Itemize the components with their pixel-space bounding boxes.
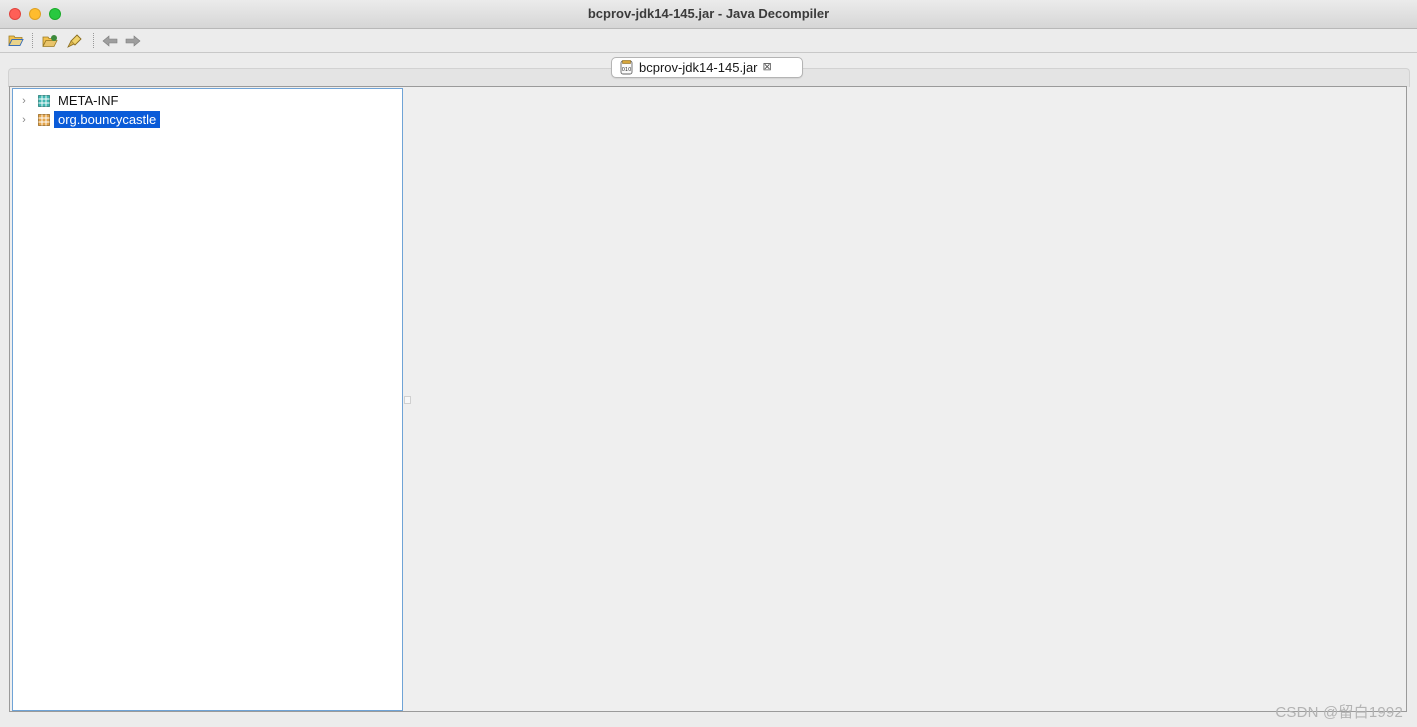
close-tab-icon[interactable]: ⊠ bbox=[763, 62, 772, 73]
tree-item-org-bouncycastle[interactable]: › org.bouncycastle bbox=[13, 110, 161, 129]
package-icon bbox=[38, 94, 50, 107]
toolbar bbox=[0, 29, 1417, 53]
search-button[interactable] bbox=[66, 32, 84, 49]
expand-chevron-icon[interactable]: › bbox=[19, 114, 29, 126]
expand-chevron-icon[interactable]: › bbox=[19, 95, 29, 107]
flashlight-icon bbox=[67, 33, 82, 48]
toolbar-separator bbox=[93, 33, 94, 48]
decompiler-window: bcprov-jdk14-145.jar - Java Decompiler 0… bbox=[0, 0, 1417, 727]
jar-file-icon: 010 bbox=[620, 60, 633, 75]
tree-item-label: org.bouncycastle bbox=[54, 111, 161, 128]
package-icon bbox=[38, 113, 50, 126]
folder-search-icon bbox=[41, 34, 58, 47]
tab-label: bcprov-jdk14-145.jar bbox=[639, 60, 758, 75]
back-button[interactable] bbox=[101, 32, 119, 49]
watermark-text: CSDN @留白1992 bbox=[1275, 704, 1403, 721]
package-tree[interactable]: › META-INF › org.bouncycastle bbox=[12, 88, 403, 711]
window-title: bcprov-jdk14-145.jar - Java Decompiler bbox=[587, 6, 830, 21]
open-type-button[interactable] bbox=[41, 32, 59, 49]
forward-button[interactable] bbox=[124, 32, 142, 49]
toolbar-separator bbox=[32, 33, 33, 48]
splitter-handle[interactable] bbox=[404, 396, 411, 404]
tree-item-meta-inf[interactable]: › META-INF bbox=[13, 91, 122, 110]
folder-open-icon bbox=[8, 35, 24, 46]
arrow-left-icon bbox=[102, 34, 118, 47]
svg-text:010: 010 bbox=[622, 67, 632, 73]
tree-item-label: META-INF bbox=[58, 93, 119, 108]
tab-bcprov-jar[interactable]: 010 bcprov-jdk14-145.jar ⊠ bbox=[611, 57, 803, 78]
arrow-right-icon bbox=[125, 34, 141, 47]
title-bar: bcprov-jdk14-145.jar - Java Decompiler bbox=[0, 0, 1417, 29]
open-file-button[interactable] bbox=[7, 32, 25, 49]
